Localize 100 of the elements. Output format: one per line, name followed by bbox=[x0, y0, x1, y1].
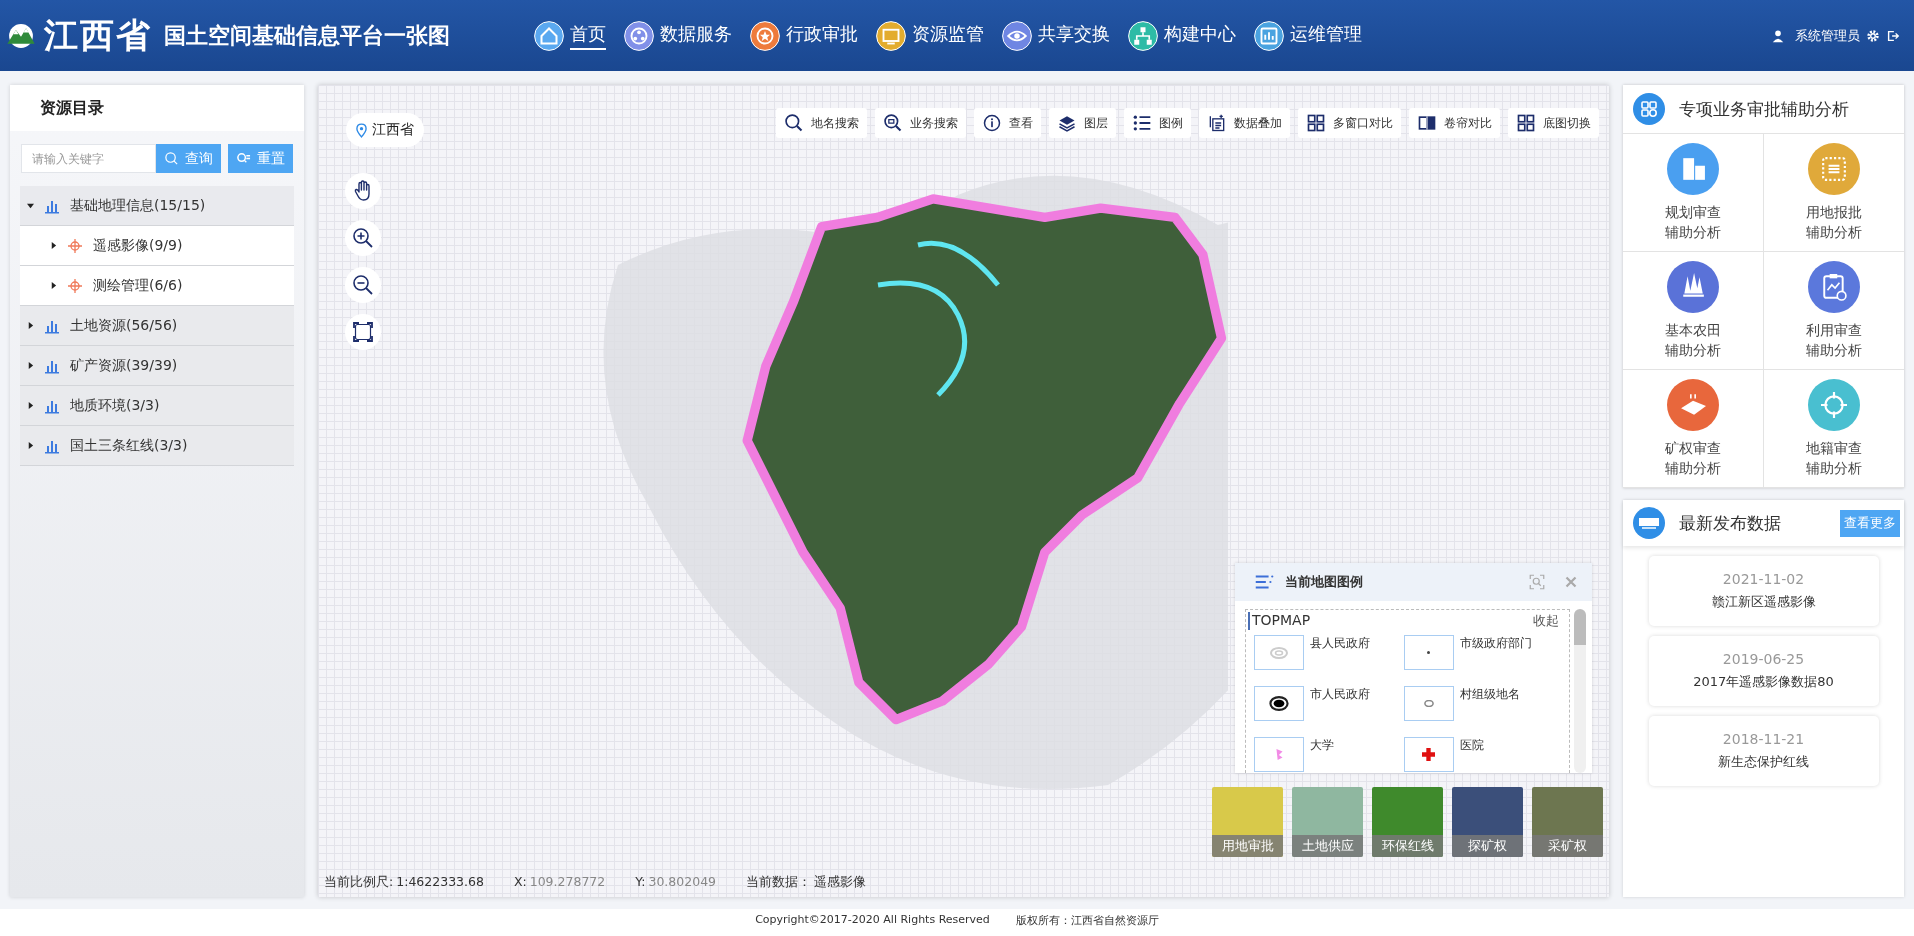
news-date: 2021-11-02 bbox=[1722, 571, 1805, 587]
zoom-out-icon bbox=[351, 273, 375, 297]
fullscreen-button[interactable] bbox=[345, 314, 381, 350]
nav-tab[interactable]: 构建中心 bbox=[1128, 16, 1236, 55]
zoom-in-button[interactable] bbox=[345, 220, 381, 256]
dark-ring-symbol bbox=[1269, 696, 1289, 711]
layer-thumbnail[interactable]: 探矿权 bbox=[1452, 787, 1523, 857]
nav-tab[interactable]: 运维管理 bbox=[1254, 16, 1362, 55]
analysis-tile[interactable]: 矿权审查 辅助分析 bbox=[1623, 370, 1764, 488]
zoom-out-button[interactable] bbox=[345, 267, 381, 303]
tree-item[interactable]: 国土三条红线(3/3) bbox=[20, 426, 294, 466]
tree-item[interactable]: 矿产资源(39/39) bbox=[20, 346, 294, 386]
scrollbar[interactable] bbox=[1574, 609, 1586, 773]
status-value: 遥感影像 bbox=[814, 874, 867, 891]
news-card[interactable]: 2021-11-02 赣江新区遥感影像 bbox=[1648, 556, 1879, 626]
legend-group-name: TOPMAP bbox=[1252, 612, 1311, 630]
analysis-tile[interactable]: 用地报批 辅助分析 bbox=[1763, 134, 1904, 252]
legend-label: 大学 bbox=[1310, 737, 1334, 754]
place-search-icon bbox=[784, 113, 804, 133]
card-title: 专项业务审批辅助分析 bbox=[1679, 97, 1850, 121]
grid-icon bbox=[1516, 113, 1536, 133]
collapse-link[interactable]: 收起 bbox=[1533, 612, 1559, 630]
mountain-logo-icon bbox=[4, 21, 38, 50]
toolbar-button[interactable]: 图例 bbox=[1124, 108, 1191, 138]
search-icon bbox=[164, 151, 179, 166]
analysis-tile[interactable]: 地籍审查 辅助分析 bbox=[1763, 370, 1904, 488]
grid-icon bbox=[1306, 113, 1326, 133]
toolbar-button[interactable]: 业务搜索 bbox=[875, 108, 966, 138]
news-card[interactable]: 2018-11-21 新生态保护红线 bbox=[1648, 716, 1879, 786]
status-value: 1:4622333.68 bbox=[396, 874, 484, 891]
logo-text: 江西省 bbox=[44, 13, 152, 57]
location-pin-icon bbox=[356, 122, 367, 138]
toolbar-button[interactable]: 底图切换 bbox=[1508, 108, 1599, 138]
news-title: 新生态保护红线 bbox=[1718, 753, 1809, 771]
analysis-tile[interactable]: 规划审查 辅助分析 bbox=[1623, 134, 1764, 252]
layer-thumbnail[interactable]: 环保红线 bbox=[1372, 787, 1443, 857]
info-icon bbox=[982, 113, 1002, 133]
business-search-icon bbox=[883, 113, 903, 133]
nav-tab[interactable]: 资源监管 bbox=[876, 16, 984, 55]
layer-thumbnail[interactable]: 土地供应 bbox=[1292, 787, 1363, 857]
legend-title: 当前地图图例 bbox=[1285, 573, 1364, 591]
panel-title: 资源目录 bbox=[10, 85, 304, 131]
legend-label: 县人民政府 bbox=[1310, 635, 1370, 652]
status-label: X: bbox=[513, 874, 527, 891]
toolbar-button[interactable]: 多窗口对比 bbox=[1298, 108, 1401, 138]
apps-icon bbox=[1633, 93, 1665, 125]
seal-icon bbox=[750, 20, 780, 51]
search-field[interactable]: 请输入关键字 bbox=[21, 144, 156, 173]
cross-symbol bbox=[1422, 748, 1435, 761]
tree-item[interactable]: 遥感影像(9/9) bbox=[20, 226, 294, 266]
layer-thumbnail[interactable]: 用地审批 bbox=[1212, 787, 1283, 857]
news-card[interactable]: 2019-06-25 2017年遥感影像数据80 bbox=[1648, 636, 1879, 706]
news-date: 2018-11-21 bbox=[1722, 731, 1805, 747]
status-label: Y: bbox=[635, 874, 646, 891]
add-document-icon bbox=[1207, 113, 1227, 133]
site-title: 国土空间基础信息平台一张图 bbox=[164, 20, 450, 50]
split-view-icon bbox=[1417, 113, 1437, 133]
user-icon bbox=[1771, 28, 1785, 43]
status-value: 109.278772 bbox=[529, 874, 606, 891]
nav-tab[interactable]: 首页 bbox=[534, 16, 606, 55]
analysis-tile[interactable]: 利用审查 辅助分析 bbox=[1763, 252, 1904, 370]
analysis-tile[interactable]: 基本农田 辅助分析 bbox=[1623, 252, 1764, 370]
news-title: 2017年遥感影像数据80 bbox=[1693, 673, 1834, 691]
zoom-in-icon bbox=[351, 226, 375, 250]
settings-icon[interactable] bbox=[1866, 28, 1880, 43]
location-chip[interactable]: 江西省 bbox=[346, 113, 424, 147]
tree-item[interactable]: 土地资源(56/56) bbox=[20, 306, 294, 346]
dashboard-icon bbox=[1254, 20, 1284, 51]
layer-thumbnail[interactable]: 采矿权 bbox=[1532, 787, 1603, 857]
flag-symbol bbox=[1275, 749, 1283, 760]
toolbar-button[interactable]: 查看 bbox=[974, 108, 1041, 138]
card-title: 最新发布数据 bbox=[1679, 511, 1782, 535]
logout-icon[interactable] bbox=[1886, 28, 1900, 43]
nav-tab[interactable]: 行政审批 bbox=[750, 16, 858, 55]
status-label: 当前比例尺: bbox=[324, 874, 394, 891]
small-ring-symbol bbox=[1423, 700, 1434, 707]
network-icon bbox=[624, 20, 654, 51]
owner-text: 版权所有：江西省自然资源厅 bbox=[1015, 913, 1159, 928]
home-icon bbox=[534, 20, 564, 51]
legend-label: 医院 bbox=[1459, 737, 1484, 754]
monitor-icon bbox=[876, 20, 906, 51]
nav-tab[interactable]: 共享交换 bbox=[1002, 16, 1110, 55]
hierarchy-icon bbox=[1128, 20, 1158, 51]
legend-label: 市级政府部门 bbox=[1459, 635, 1532, 652]
hand-button[interactable] bbox=[345, 173, 381, 209]
toolbar-button[interactable]: 数据叠加 bbox=[1199, 108, 1290, 138]
status-value: 30.802049 bbox=[648, 874, 717, 891]
legend-label: 市人民政府 bbox=[1310, 686, 1370, 703]
copyright-text: Copyright©2017-2020 All Rights Reserved bbox=[755, 913, 990, 926]
tree-item[interactable]: 测绘管理(6/6) bbox=[20, 266, 294, 306]
toolbar-button[interactable]: 图层 bbox=[1049, 108, 1116, 138]
user-name[interactable]: 系统管理员 bbox=[1795, 26, 1860, 45]
nav-tab[interactable]: 数据服务 bbox=[624, 16, 732, 55]
tree-item[interactable]: 地质环境(3/3) bbox=[20, 386, 294, 426]
light-ring-symbol bbox=[1270, 646, 1288, 659]
toolbar-button[interactable]: 卷帘对比 bbox=[1409, 108, 1500, 138]
list-icon bbox=[1132, 113, 1152, 133]
status-label: 当前数据： bbox=[746, 874, 812, 891]
toolbar-button[interactable]: 地名搜索 bbox=[776, 108, 867, 138]
news-date: 2019-06-25 bbox=[1722, 651, 1805, 667]
